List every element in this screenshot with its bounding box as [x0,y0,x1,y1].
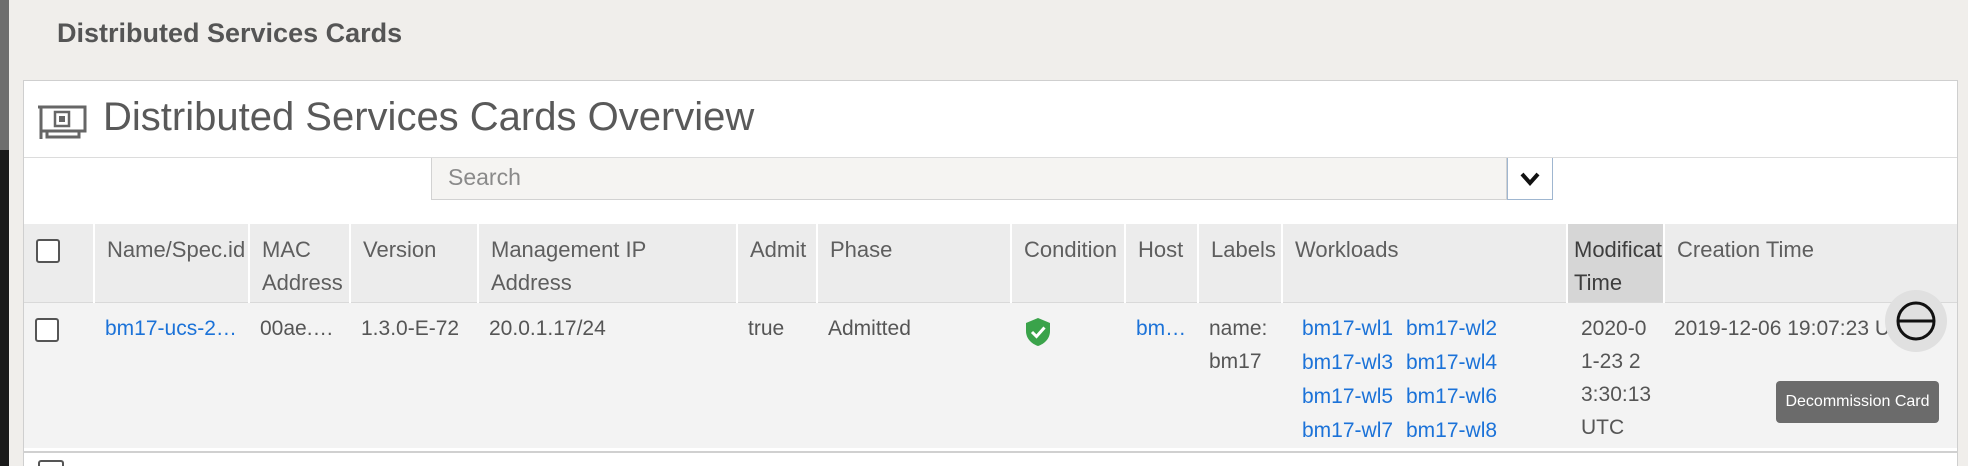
search-bar: Search [24,157,1957,224]
search-options-toggle[interactable] [1507,158,1553,200]
column-header-name[interactable]: Name/Spec.id [93,224,249,302]
next-row-checkbox[interactable] [38,460,64,466]
column-header-mac[interactable]: MAC Address [248,224,350,302]
cards-table: Name/Spec.id MAC Address Version Managem… [24,224,1957,448]
minus-circle-icon [1896,301,1936,341]
workload-link[interactable]: bm17-wl6 [1406,380,1510,414]
column-header-version[interactable]: Version [349,224,478,302]
cell-phase: Admitted [817,301,1011,448]
cell-labels: name: bm17 [1198,301,1282,448]
column-header-phase[interactable]: Phase [816,224,1011,302]
column-header-admit[interactable]: Admit [736,224,817,302]
search-placeholder: Search [448,164,521,190]
column-header-host[interactable]: Host [1124,224,1198,302]
mac-address-value: 00ae.c… [260,316,341,340]
cell-version: 1.3.0-E-72 [350,301,478,448]
chevron-down-icon [1520,172,1540,186]
workloads-list: bm17-wl1 bm17-wl2 bm17-wl3 bm17-wl4 bm17… [1302,312,1558,448]
decommission-icon-button[interactable] [1885,290,1947,352]
row-select-cell [24,301,94,448]
workload-link[interactable]: bm17-wl2 [1406,312,1510,346]
select-all-header [24,224,94,302]
row-checkbox[interactable] [35,317,59,342]
column-header-labels[interactable]: Labels [1197,224,1282,302]
card-name-link[interactable]: bm17-ucs-25… [105,312,240,345]
cell-mac: 00ae.c… [249,301,350,448]
table-header-row: Name/Spec.id MAC Address Version Managem… [24,224,1957,302]
overview-panel: Distributed Services Cards Overview Sear… [23,80,1958,466]
cell-workloads: bm17-wl1 bm17-wl2 bm17-wl3 bm17-wl4 bm17… [1282,301,1567,448]
workload-link[interactable]: bm17-wl1 [1302,312,1406,346]
cell-mgmt-ip: 20.0.1.17/24 [478,301,737,448]
host-link[interactable]: bm… [1136,312,1189,345]
workload-link[interactable]: bm17-wl3 [1302,346,1406,380]
column-header-workloads[interactable]: Workloads [1281,224,1567,302]
workload-link[interactable]: bm17-wl7 [1302,414,1406,448]
column-header-mgmt-ip[interactable]: Management IP Address [477,224,737,302]
cell-name: bm17-ucs-25… [94,301,249,448]
column-header-condition[interactable]: Condition [1010,224,1125,302]
cell-admit: true [737,301,817,448]
search-input[interactable]: Search [431,158,1507,200]
workload-link[interactable]: bm17-wl8 [1406,414,1510,448]
window-edge [0,0,9,466]
page-title: Distributed Services Cards [57,18,403,48]
panel-title: Distributed Services Cards Overview [103,95,755,139]
workload-link[interactable]: bm17-wl4 [1406,346,1510,380]
select-all-checkbox[interactable] [36,239,60,263]
cell-host: bm… [1125,301,1198,448]
table-row[interactable]: bm17-ucs-25… 00ae.c… 1.3.0-E-72 20.0.1.1… [24,301,1957,448]
column-header-mod-time[interactable]: Modification Time [1566,224,1664,302]
cell-mod-time: 2020-01-23 23:30:13 UTC [1567,301,1664,448]
row-divider [23,451,1958,453]
network-card-icon [38,105,87,139]
shield-check-icon [1026,317,1050,346]
decommission-tooltip: Decommission Card [1776,381,1939,423]
panel-header: Distributed Services Cards Overview [24,81,1957,157]
workload-link[interactable]: bm17-wl5 [1302,380,1406,414]
cell-condition [1011,301,1125,448]
